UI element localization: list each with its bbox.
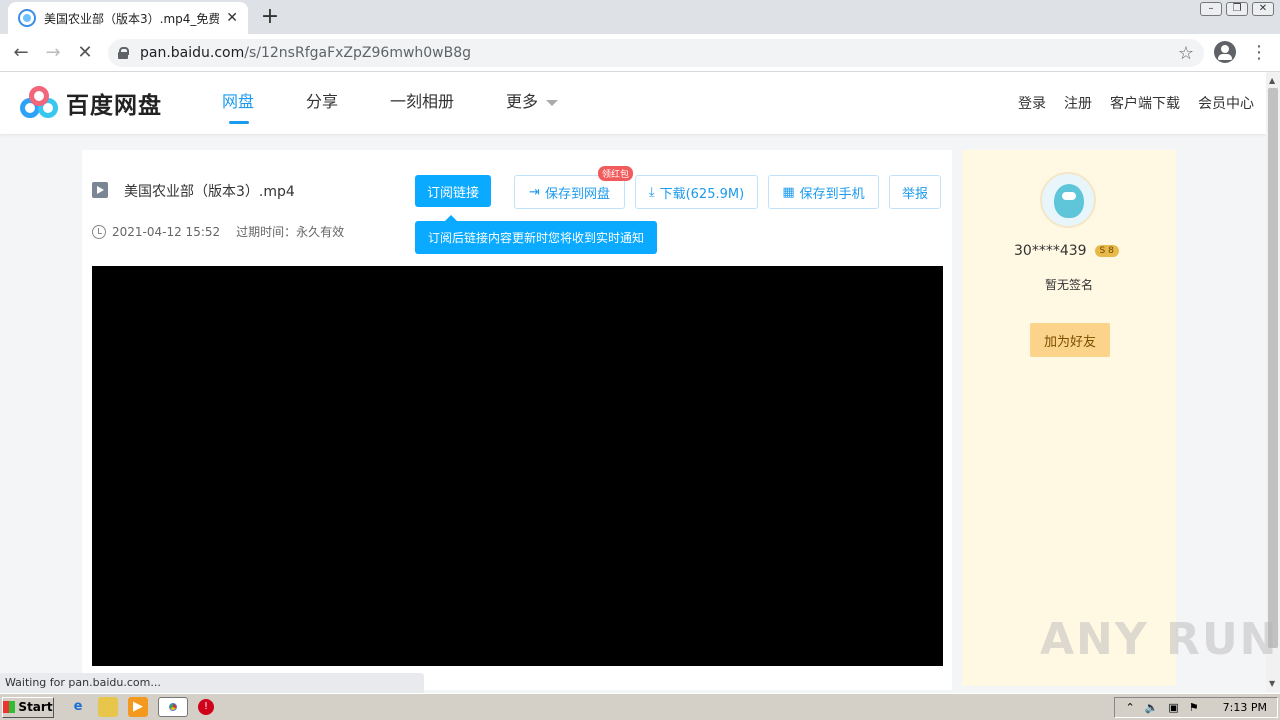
url-host: pan.baidu.com <box>140 45 245 61</box>
menu-dots-icon[interactable]: ⋮ <box>1250 40 1268 66</box>
qr-code-icon: ▦ <box>782 184 795 200</box>
header-links: 登录 注册 客户端下载 会员中心 <box>1000 72 1254 134</box>
avatar[interactable] <box>1040 172 1096 228</box>
scroll-thumb[interactable] <box>1268 88 1278 648</box>
file-share-card: 美国农业部（版本3）.mp4 2021-04-12 15:52 过期时间：永久有… <box>82 150 952 690</box>
share-date: 2021-04-12 15:52 <box>112 224 221 239</box>
subscribe-link-button[interactable]: 订阅链接 <box>415 175 491 207</box>
clock-icon <box>92 224 106 239</box>
browser-toolbar: ← → ✕ pan.baidu.com/s/12nsRfgaFxZpZ96mwh… <box>0 34 1280 72</box>
login-link[interactable]: 登录 <box>1018 93 1046 113</box>
save-arrow-icon: ⇥ <box>529 184 540 200</box>
folder-icon[interactable] <box>98 697 118 717</box>
windows-flag-icon <box>3 701 16 713</box>
nav-item-share[interactable]: 分享 <box>306 72 338 134</box>
stop-loading-icon[interactable]: ✕ <box>72 40 98 66</box>
taskbar-clock[interactable]: 7:13 PM <box>1223 701 1267 714</box>
browser-tab[interactable]: 美国农业部（版本3）.mp4_免费高速下载 ✕ <box>8 2 248 34</box>
download-label: 下载(625.9M) <box>659 186 745 202</box>
nav-more-label: 更多 <box>506 92 539 111</box>
media-player-icon[interactable]: ▶ <box>128 697 148 717</box>
tray-expand-icon[interactable]: ⌃ <box>1125 701 1134 714</box>
anyrun-watermark: ANY RUN <box>1040 614 1279 665</box>
lock-icon[interactable] <box>118 47 129 59</box>
scroll-up-icon[interactable]: ▲ <box>1269 76 1275 85</box>
action-center-flag-icon[interactable]: ⚑ <box>1189 701 1199 714</box>
logo-text: 百度网盘 <box>66 93 162 119</box>
report-button[interactable]: 举报 <box>889 175 941 209</box>
browser-tabbar: 美国农业部（版本3）.mp4_免费高速下载 ✕ + – ❐ ✕ <box>0 0 1280 34</box>
close-window-button[interactable]: ✕ <box>1252 2 1274 16</box>
quick-launch: e ▶ ! <box>68 697 214 717</box>
video-player[interactable] <box>92 266 943 666</box>
user-signature: 暂无签名 <box>1044 278 1093 292</box>
baidu-pan-logo[interactable]: 百度网盘 <box>20 86 162 120</box>
save-to-phone-button[interactable]: ▦ 保存到手机 <box>768 175 879 209</box>
address-bar[interactable]: pan.baidu.com/s/12nsRfgaFxZpZ96mwh0wB8g … <box>108 39 1204 67</box>
internet-explorer-icon[interactable]: e <box>68 697 88 717</box>
profile-icon[interactable] <box>1214 41 1236 63</box>
subscribe-tooltip: 订阅后链接内容更新时您将收到实时通知 <box>415 215 657 254</box>
minimize-button[interactable]: – <box>1200 2 1222 16</box>
restore-button[interactable]: ❐ <box>1226 2 1248 16</box>
main-nav: 网盘 分享 一刻相册 更多 <box>222 72 610 134</box>
window-controls: – ❐ ✕ <box>1200 2 1274 16</box>
windows-taskbar: Start e ▶ ! ⌃ 🔈 ▣ ⚑ 7:13 PM <box>0 693 1280 720</box>
start-label: Start <box>18 700 53 714</box>
nav-item-album[interactable]: 一刻相册 <box>390 72 454 134</box>
chrome-taskbar-icon[interactable] <box>158 697 188 717</box>
site-header: 百度网盘 网盘 分享 一刻相册 更多 登录 注册 客户端下载 会员中心 <box>0 72 1266 134</box>
back-arrow-icon[interactable]: ← <box>8 40 34 66</box>
scroll-down-icon[interactable]: ▼ <box>1269 679 1275 688</box>
sharer-profile-card: 30****439 S 8 暂无签名 加为好友 <box>962 150 1176 686</box>
opera-icon[interactable]: ! <box>198 699 214 715</box>
red-packet-badge: 领红包 <box>598 166 634 181</box>
system-tray: ⌃ 🔈 ▣ ⚑ 7:13 PM <box>1114 696 1278 718</box>
new-tab-button[interactable]: + <box>258 4 282 29</box>
network-icon[interactable]: ▣ <box>1168 701 1178 714</box>
add-friend-button[interactable]: 加为好友 <box>1030 323 1110 357</box>
file-title: 美国农业部（版本3）.mp4 <box>124 184 295 200</box>
client-download-link[interactable]: 客户端下载 <box>1110 93 1180 113</box>
download-button[interactable]: ⤓ 下载(625.9M) <box>635 175 758 209</box>
nav-item-wangpan[interactable]: 网盘 <box>222 72 254 134</box>
chevron-down-icon <box>546 99 559 106</box>
page-scrollbar[interactable]: ▲ ▼ <box>1266 72 1280 692</box>
register-link[interactable]: 注册 <box>1064 93 1092 113</box>
baidu-pan-favicon-icon <box>18 9 36 27</box>
vip-level-badge: S 8 <box>1094 245 1119 257</box>
start-button[interactable]: Start <box>2 696 54 718</box>
volume-icon[interactable]: 🔈 <box>1145 701 1159 714</box>
save-to-phone-label: 保存到手机 <box>799 186 865 202</box>
save-to-disk-label: 保存到网盘 <box>544 186 610 202</box>
tab-close-icon[interactable]: ✕ <box>226 10 238 26</box>
tab-title: 美国农业部（版本3）.mp4_免费高速下载 <box>44 11 219 26</box>
username-text: 30****439 <box>1014 243 1087 259</box>
forward-arrow-icon[interactable]: → <box>40 40 66 66</box>
member-center-link[interactable]: 会员中心 <box>1198 93 1254 113</box>
browser-status-bubble: Waiting for pan.baidu.com... <box>0 673 424 693</box>
url-path: /s/12nsRfgaFxZpZ96mwh0wB8g <box>244 45 472 61</box>
url-text: pan.baidu.com/s/12nsRfgaFxZpZ96mwh0wB8g <box>140 45 471 61</box>
cloud-logo-icon <box>20 86 60 120</box>
video-file-icon <box>92 182 108 198</box>
nav-item-more[interactable]: 更多 <box>506 72 559 134</box>
bookmark-star-icon[interactable]: ☆ <box>1178 43 1194 64</box>
expiry-text: 过期时间：永久有效 <box>236 225 345 239</box>
sharer-username: 30****439 S 8 <box>1014 243 1119 259</box>
download-icon: ⤓ <box>648 184 655 200</box>
file-meta: 2021-04-12 15:52 过期时间：永久有效 <box>92 223 344 240</box>
